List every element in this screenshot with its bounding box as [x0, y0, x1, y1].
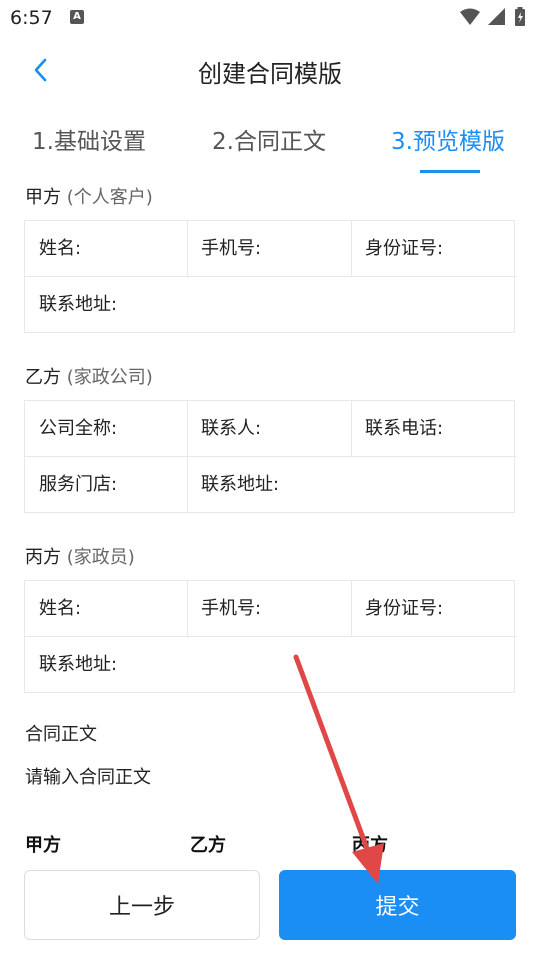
party-c-address-field: 联系地址:	[39, 654, 118, 675]
status-bar: 6:57 A	[0, 0, 540, 36]
party-c-id-field: 身份证号:	[365, 598, 444, 619]
party-b-table: 公司全称: 联系人: 联系电话: 服务门店: 联系地址:	[24, 400, 516, 514]
signature-party-b: 乙方	[190, 835, 226, 856]
party-b-subtitle: (家政公司)	[66, 367, 153, 388]
status-time: 6:57	[10, 7, 53, 29]
party-c-phone-field: 手机号:	[201, 598, 262, 619]
party-a-name-field: 姓名:	[39, 238, 82, 259]
party-a-title: 甲方	[25, 187, 61, 208]
party-b-title: 乙方	[25, 367, 61, 388]
party-c-name-field: 姓名:	[39, 598, 82, 619]
party-a-heading: 甲方 (个人客户)	[25, 183, 153, 209]
active-tab-indicator	[420, 170, 480, 173]
tab-preview-template[interactable]: 3.预览模版	[391, 122, 505, 156]
wifi-icon	[460, 8, 480, 25]
party-b-heading: 乙方 (家政公司)	[25, 363, 153, 389]
signal-icon	[488, 8, 505, 25]
submit-button[interactable]: 提交	[279, 870, 516, 940]
party-a-phone-field: 手机号:	[201, 238, 262, 259]
party-b-address-field: 联系地址:	[201, 474, 280, 495]
previous-step-button[interactable]: 上一步	[24, 870, 260, 940]
party-a-table: 姓名: 手机号: 身份证号: 联系地址:	[24, 220, 516, 333]
party-a-subtitle: (个人客户)	[66, 187, 153, 208]
party-b-store-field: 服务门店:	[39, 474, 118, 495]
party-c-title: 丙方	[25, 547, 61, 568]
party-c-table: 姓名: 手机号: 身份证号: 联系地址:	[24, 580, 516, 693]
tab-contract-body[interactable]: 2.合同正文	[212, 122, 326, 156]
status-icons	[460, 7, 526, 27]
page-title: 创建合同模版	[198, 60, 342, 88]
party-c-heading: 丙方 (家政员)	[25, 543, 135, 569]
notification-icon: A	[70, 10, 84, 24]
party-c-subtitle: (家政员)	[66, 547, 135, 568]
party-b-company-field: 公司全称:	[39, 418, 118, 439]
contract-body-text: 请输入合同正文	[25, 767, 151, 788]
battery-icon	[515, 7, 525, 26]
party-b-phone-field: 联系电话:	[365, 418, 444, 439]
navigation-bar: 创建合同模版	[0, 40, 540, 100]
party-a-address-field: 联系地址:	[39, 294, 118, 315]
signature-party-c: 丙方	[352, 835, 388, 856]
party-a-id-field: 身份证号:	[365, 238, 444, 259]
tab-basic-settings[interactable]: 1.基础设置	[32, 122, 146, 156]
contract-body-label: 合同正文	[25, 724, 97, 745]
step-tabs: 1.基础设置 2.合同正文 3.预览模版	[0, 118, 540, 178]
signature-party-a: 甲方	[25, 835, 61, 856]
party-b-contact-field: 联系人:	[201, 418, 262, 439]
